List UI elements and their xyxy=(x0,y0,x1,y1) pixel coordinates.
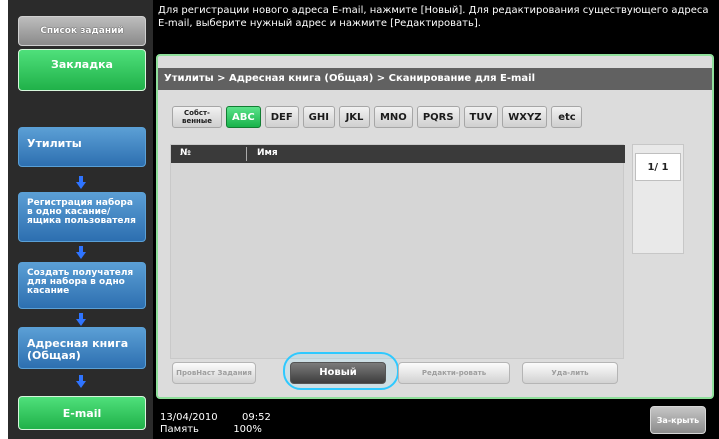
step-email-label: E-mail xyxy=(62,406,102,420)
filter-tuv-button[interactable]: TUV xyxy=(463,106,499,128)
step-one-touch-user-box[interactable]: Регистрация набора в одно касание/ящика … xyxy=(18,192,146,242)
list-header: № Имя xyxy=(171,145,625,163)
header-name: Имя xyxy=(257,148,278,158)
delete-button[interactable]: Уда-лить xyxy=(522,362,618,384)
main-panel: Утилиты > Адресная книга (Общая) > Скани… xyxy=(156,54,714,399)
left-sidebar: Список заданий Закладка Утилиты Регистра… xyxy=(8,0,153,439)
filter-def-button[interactable]: DEF xyxy=(264,106,299,128)
memory-status: Память 100% xyxy=(160,424,262,435)
status-footer: 13/04/2010 09:52 Память 100% За-крыть xyxy=(156,402,714,439)
step-one-touch-user-box-label: Регистрация набора в одно касание/ящика … xyxy=(27,198,136,226)
address-list[interactable]: № Имя xyxy=(170,144,625,359)
header-number: № xyxy=(180,148,191,158)
check-job-button[interactable]: ПровНаст Задания xyxy=(172,362,256,384)
filter-wxyz-button[interactable]: WXYZ xyxy=(502,106,548,128)
header-divider xyxy=(246,147,247,161)
datetime: 13/04/2010 09:52 xyxy=(160,412,271,423)
step-utilities[interactable]: Утилиты xyxy=(18,127,146,167)
filter-abc-button[interactable]: ABC xyxy=(226,106,261,128)
close-button[interactable]: За-крыть xyxy=(650,406,706,434)
down-arrow-icon xyxy=(76,176,86,189)
filter-ghi-button[interactable]: GHI xyxy=(302,106,335,128)
step-utilities-label: Утилиты xyxy=(27,137,82,150)
filter-mno-button[interactable]: MNO xyxy=(373,106,413,128)
filter-jkl-button[interactable]: JKL xyxy=(338,106,370,128)
step-create-one-touch[interactable]: Создать получателя для набора в одно кас… xyxy=(18,262,146,309)
time-text: 09:52 xyxy=(242,412,271,423)
job-list-button[interactable]: Список заданий xyxy=(18,16,146,46)
filter-pqrs-button[interactable]: PQRS xyxy=(416,106,460,128)
down-arrow-icon xyxy=(76,313,86,326)
step-address-book[interactable]: Адресная книга (Общая) xyxy=(18,327,146,369)
breadcrumb: Утилиты > Адресная книга (Общая) > Скани… xyxy=(158,68,712,90)
index-filters: Собст-венные ABC DEF GHI JKL MNO PQRS TU… xyxy=(172,106,583,128)
filter-etc-button[interactable]: etc xyxy=(551,106,583,128)
bookmark-label: Закладка xyxy=(51,58,113,71)
instruction-message: Для регистрации нового адреса E-mail, на… xyxy=(158,5,709,29)
memory-label: Память xyxy=(160,424,199,435)
down-arrow-icon xyxy=(76,246,86,259)
close-label: За-крыть xyxy=(656,415,700,425)
down-arrow-icon xyxy=(76,375,86,388)
step-create-one-touch-label: Создать получателя для набора в одно кас… xyxy=(27,268,134,296)
new-button[interactable]: Новый xyxy=(290,362,386,384)
step-email-current: E-mail xyxy=(18,396,146,430)
filter-own-button[interactable]: Собст-венные xyxy=(172,106,222,128)
page-indicator: 1/ 1 xyxy=(635,153,681,181)
edit-button[interactable]: Редакти-ровать xyxy=(398,362,510,384)
bookmark-tab[interactable]: Закладка xyxy=(18,49,146,91)
memory-value: 100% xyxy=(233,424,262,435)
date-text: 13/04/2010 xyxy=(160,412,218,423)
step-address-book-label: Адресная книга (Общая) xyxy=(27,337,129,362)
job-list-label: Список заданий xyxy=(40,25,124,36)
page-indicator-panel: 1/ 1 xyxy=(632,144,684,254)
